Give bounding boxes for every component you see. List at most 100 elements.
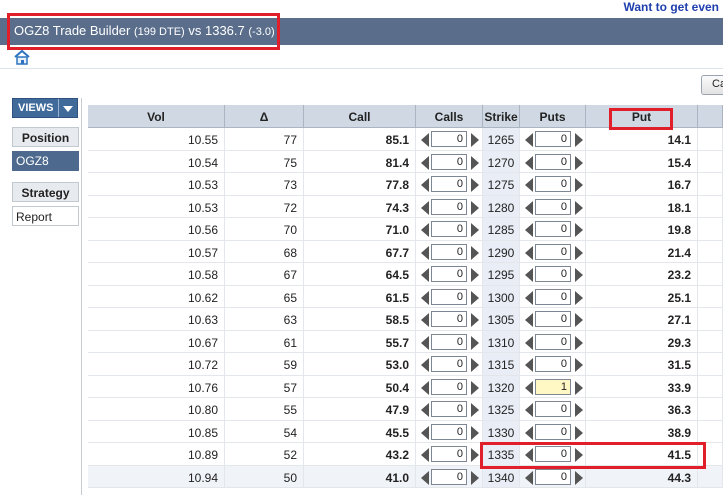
arrow-right-icon[interactable] (575, 470, 583, 485)
column-header-calls[interactable]: Calls (416, 105, 483, 128)
calls-quantity-input[interactable]: 0 (431, 131, 467, 147)
arrow-right-icon[interactable] (575, 268, 583, 282)
arrow-left-icon[interactable] (525, 290, 533, 305)
arrow-right-icon[interactable] (471, 290, 479, 305)
calls-quantity-input[interactable]: 0 (431, 288, 467, 305)
arrow-right-icon[interactable] (575, 448, 583, 462)
arrow-right-icon[interactable] (575, 313, 583, 327)
arrow-right-icon[interactable] (471, 380, 479, 395)
arrow-right-icon[interactable] (575, 335, 583, 350)
arrow-left-icon[interactable] (421, 470, 429, 485)
column-header-strike[interactable]: Strike (483, 105, 520, 128)
arrow-left-icon[interactable] (421, 245, 429, 260)
arrow-right-icon[interactable] (575, 358, 583, 372)
arrow-right-icon[interactable] (471, 313, 479, 327)
home-icon[interactable] (13, 49, 31, 65)
arrow-left-icon[interactable] (421, 380, 429, 395)
arrow-left-icon[interactable] (421, 290, 429, 305)
puts-quantity-input[interactable]: 1 (535, 378, 571, 395)
views-dropdown[interactable]: VIEWS (12, 98, 78, 118)
arrow-left-icon[interactable] (525, 470, 533, 485)
arrow-right-icon[interactable] (471, 245, 479, 260)
arrow-left-icon[interactable] (421, 223, 429, 237)
arrow-right-icon[interactable] (575, 425, 583, 440)
arrow-left-icon[interactable] (525, 268, 533, 282)
column-header-delta[interactable]: Δ (225, 105, 304, 128)
puts-quantity-input[interactable]: 0 (535, 221, 571, 237)
calls-quantity-input[interactable]: 0 (431, 356, 467, 372)
calls-quantity-input[interactable]: 0 (431, 243, 467, 260)
calls-quantity-input[interactable]: 0 (431, 378, 467, 395)
puts-quantity-input[interactable]: 0 (535, 243, 571, 260)
arrow-left-icon[interactable] (525, 245, 533, 260)
sidebar-item-strategy[interactable]: Strategy (12, 182, 79, 202)
arrow-left-icon[interactable] (421, 403, 429, 417)
arrow-right-icon[interactable] (575, 178, 583, 192)
puts-quantity-input[interactable]: 0 (535, 311, 571, 327)
arrow-right-icon[interactable] (575, 155, 583, 170)
arrow-left-icon[interactable] (525, 448, 533, 462)
arrow-left-icon[interactable] (421, 200, 429, 215)
calls-quantity-input[interactable]: 0 (431, 333, 467, 350)
calls-quantity-input[interactable]: 0 (431, 176, 467, 192)
puts-quantity-input[interactable]: 0 (535, 176, 571, 192)
top-link[interactable]: Want to get even (623, 0, 719, 14)
arrow-left-icon[interactable] (525, 133, 533, 147)
arrow-left-icon[interactable] (421, 448, 429, 462)
arrow-left-icon[interactable] (421, 358, 429, 372)
calls-quantity-input[interactable]: 0 (431, 153, 467, 170)
arrow-right-icon[interactable] (575, 290, 583, 305)
calls-quantity-input[interactable]: 0 (431, 266, 467, 282)
arrow-left-icon[interactable] (525, 403, 533, 417)
arrow-left-icon[interactable] (421, 313, 429, 327)
column-header-put[interactable]: Put (586, 105, 698, 128)
calls-quantity-input[interactable]: 0 (431, 423, 467, 440)
arrow-right-icon[interactable] (471, 133, 479, 147)
arrow-left-icon[interactable] (525, 313, 533, 327)
puts-quantity-input[interactable]: 0 (535, 356, 571, 372)
arrow-right-icon[interactable] (471, 358, 479, 372)
arrow-right-icon[interactable] (471, 448, 479, 462)
arrow-left-icon[interactable] (421, 133, 429, 147)
puts-quantity-input[interactable]: 0 (535, 198, 571, 215)
puts-quantity-input[interactable]: 0 (535, 153, 571, 170)
arrow-right-icon[interactable] (471, 178, 479, 192)
arrow-right-icon[interactable] (471, 335, 479, 350)
arrow-right-icon[interactable] (471, 470, 479, 485)
chevron-down-icon[interactable] (58, 99, 77, 117)
arrow-left-icon[interactable] (525, 200, 533, 215)
arrow-right-icon[interactable] (471, 403, 479, 417)
arrow-left-icon[interactable] (525, 358, 533, 372)
puts-quantity-input[interactable]: 0 (535, 288, 571, 305)
sidebar-item-report[interactable]: Report (12, 206, 79, 226)
arrow-right-icon[interactable] (471, 200, 479, 215)
calls-quantity-input[interactable]: 0 (431, 446, 467, 462)
column-header-call[interactable]: Call (304, 105, 416, 128)
arrow-right-icon[interactable] (575, 380, 583, 395)
puts-quantity-input[interactable]: 0 (535, 401, 571, 417)
arrow-left-icon[interactable] (525, 335, 533, 350)
calls-quantity-input[interactable]: 0 (431, 198, 467, 215)
arrow-left-icon[interactable] (525, 425, 533, 440)
arrow-left-icon[interactable] (421, 155, 429, 170)
puts-quantity-input[interactable]: 0 (535, 446, 571, 462)
arrow-left-icon[interactable] (525, 155, 533, 170)
puts-quantity-input[interactable]: 0 (535, 266, 571, 282)
arrow-left-icon[interactable] (525, 223, 533, 237)
arrow-left-icon[interactable] (525, 380, 533, 395)
calls-quantity-input[interactable]: 0 (431, 468, 467, 485)
toolbar-button[interactable]: Ca (701, 75, 723, 95)
arrow-left-icon[interactable] (421, 425, 429, 440)
calls-quantity-input[interactable]: 0 (431, 311, 467, 327)
arrow-left-icon[interactable] (421, 335, 429, 350)
arrow-right-icon[interactable] (575, 223, 583, 237)
arrow-right-icon[interactable] (471, 425, 479, 440)
calls-quantity-input[interactable]: 0 (431, 401, 467, 417)
arrow-right-icon[interactable] (575, 200, 583, 215)
arrow-right-icon[interactable] (575, 403, 583, 417)
puts-quantity-input[interactable]: 0 (535, 423, 571, 440)
arrow-right-icon[interactable] (471, 223, 479, 237)
puts-quantity-input[interactable]: 0 (535, 131, 571, 147)
column-header-puts[interactable]: Puts (520, 105, 586, 128)
arrow-right-icon[interactable] (471, 268, 479, 282)
